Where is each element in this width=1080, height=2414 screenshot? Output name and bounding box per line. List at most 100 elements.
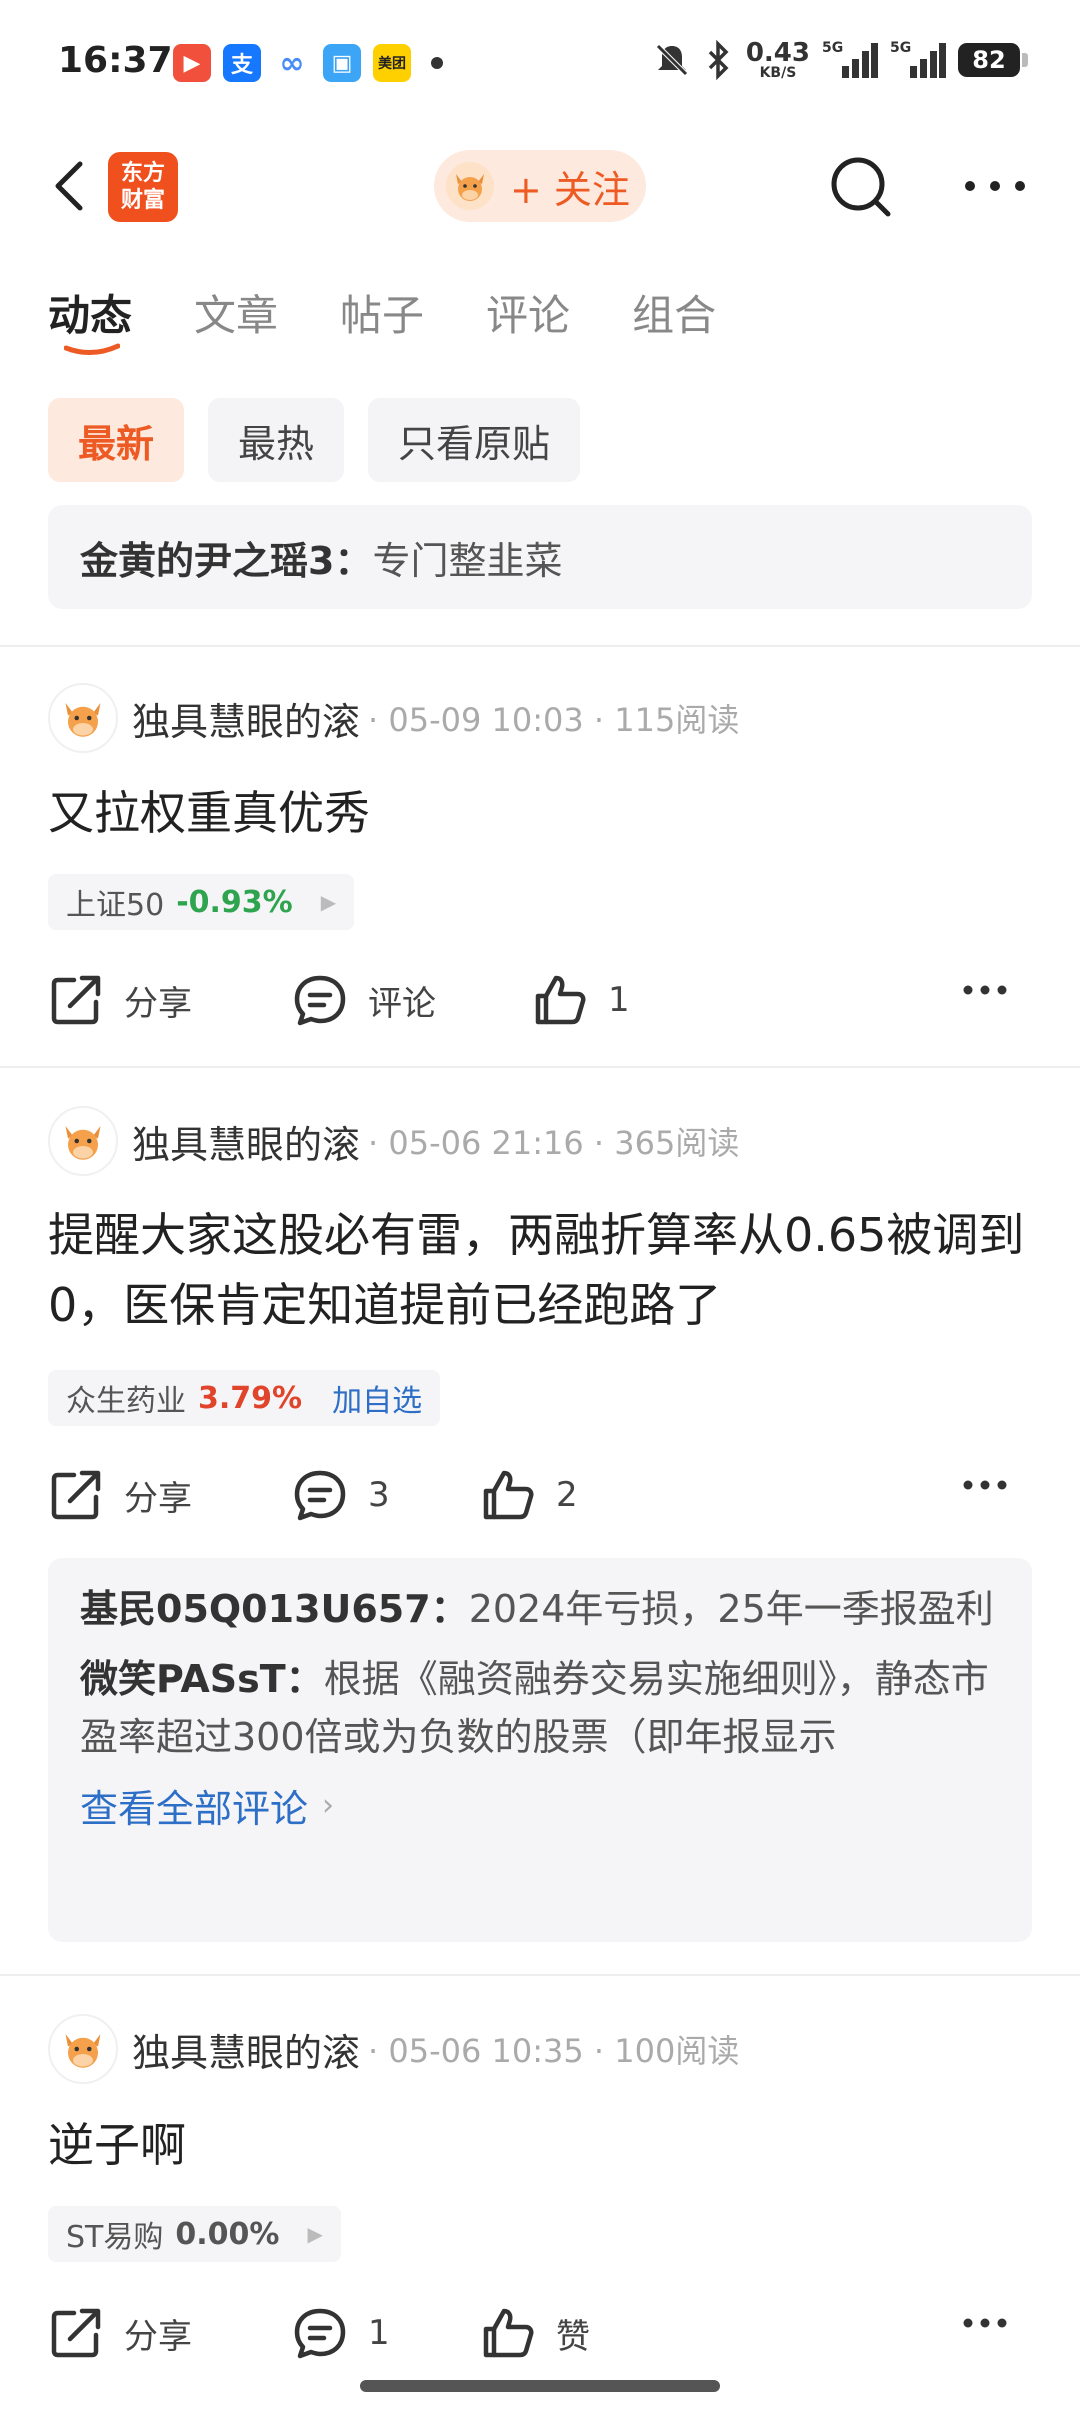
post-content[interactable]: 提醒大家这股必有雷，两融折算率从0.65被调到0，医保肯定知道提前已经跑路了 [48, 1200, 1032, 1340]
like-button[interactable]: 赞 [480, 2298, 590, 2368]
post-author[interactable]: 独具慧眼的滚 [132, 1114, 360, 1169]
comment-icon [294, 1470, 346, 1521]
post-more-icon[interactable] [962, 983, 1008, 997]
comment-button[interactable]: 1 [292, 2298, 390, 2368]
signal-icon-sim2: 5G [890, 40, 946, 80]
bluetooth-icon [708, 40, 729, 80]
tab-comments[interactable]: 评论 [486, 282, 570, 343]
top-nav: 东方 财富 + 关注 [0, 140, 1080, 232]
post-time-reads: · 05-06 10:35 · 100阅读 [368, 2032, 740, 2070]
comment-author: 微笑PASsT： [80, 1657, 324, 1701]
comment-author: 基民05Q013U657： [80, 1587, 469, 1631]
bull-avatar-icon [65, 2034, 101, 2068]
like-button[interactable]: 2 [480, 1460, 578, 1530]
add-to-watchlist-link[interactable]: 加自选 [332, 1376, 422, 1420]
stock-tag[interactable]: 上证50 -0.93% ▶ [48, 874, 355, 930]
post-header: 独具慧眼的滚 · 05-09 10:03 · 115阅读 [48, 683, 739, 753]
follow-button[interactable]: + 关注 [434, 150, 646, 222]
avatar[interactable] [48, 1106, 118, 1176]
avatar[interactable] [48, 2014, 118, 2084]
divider [0, 1066, 1080, 1068]
meituan-icon: 美团 [373, 44, 411, 82]
comment-text: 2024年亏损，25年一季报盈利 [468, 1587, 994, 1631]
share-icon [51, 2308, 101, 2358]
share-button[interactable]: 分享 [48, 1460, 192, 1530]
stock-name: 上证50 [66, 888, 165, 923]
tab-articles[interactable]: 文章 [194, 282, 278, 343]
tab-portfolios[interactable]: 组合 [632, 282, 716, 343]
bull-avatar-icon [65, 1126, 101, 1160]
share-icon [51, 1470, 101, 1520]
filter-chips: 最新 最热 只看原贴 [48, 398, 581, 482]
tab-posts[interactable]: 帖子 [340, 282, 424, 343]
home-indicator[interactable] [360, 2380, 720, 2392]
post-header: 独具慧眼的滚 · 05-06 10:35 · 100阅读 [48, 2014, 739, 2084]
comment-item[interactable]: 微笑PASsT：根据《融资融券交易实施细则》，静态市盈率超过300倍或为负数的股… [80, 1650, 1000, 1766]
pinned-comment[interactable]: 金黄的尹之瑶3： 专门整韭菜 [48, 505, 1032, 609]
post-time-reads: · 05-06 21:16 · 365阅读 [368, 1124, 740, 1162]
status-bar: 16:37 ▶ 支 ∞ ▣ 美团 0.43 KB/S 5G 5G 82 [0, 0, 1080, 120]
comments-preview: 基民05Q013U657：2024年亏损，25年一季报盈利 微笑PASsT：根据… [48, 1558, 1032, 1942]
stock-name: 众生药业 [66, 1384, 186, 1419]
wallet-app-icon: ▣ [323, 44, 361, 82]
comment-item[interactable]: 基民05Q013U657：2024年亏损，25年一季报盈利 [80, 1580, 1000, 1638]
stock-tag[interactable]: 众生药业 3.79% 加自选 [48, 1370, 441, 1426]
more-notifications-dot [431, 57, 443, 69]
post-more-icon[interactable] [962, 2316, 1008, 2330]
share-button[interactable]: 分享 [48, 965, 192, 1035]
filter-latest[interactable]: 最新 [48, 398, 185, 482]
stock-change: -0.93% [176, 884, 293, 920]
pinned-author: 金黄的尹之瑶3： [80, 538, 373, 583]
alipay-icon: 支 [223, 44, 261, 82]
post-actions: 分享 1 赞 [48, 2298, 1032, 2368]
network-speed: 0.43 KB/S [745, 38, 810, 81]
post-time-reads: · 05-09 10:03 · 115阅读 [368, 701, 740, 739]
post-content[interactable]: 又拉权重真优秀 [48, 778, 1032, 848]
cloud-app-icon: ∞ [273, 44, 311, 82]
system-status: 0.43 KB/S 5G 5G 82 [652, 38, 1028, 81]
mute-icon [656, 44, 688, 76]
post-actions: 分享 评论 1 [48, 965, 1032, 1035]
post-more-icon[interactable] [962, 1478, 1008, 1492]
back-icon[interactable] [44, 158, 100, 214]
divider [0, 1974, 1080, 1976]
filter-hot[interactable]: 最热 [208, 398, 345, 482]
view-all-comments-link[interactable]: 查看全部评论 › [80, 1778, 1000, 1833]
post-author[interactable]: 独具慧眼的滚 [132, 691, 360, 746]
notification-icons: ▶ 支 ∞ ▣ 美团 [173, 44, 443, 82]
tab-dynamics[interactable]: 动态 [48, 282, 132, 355]
active-tab-indicator [64, 343, 120, 355]
follow-label: + 关注 [510, 167, 630, 212]
bull-avatar-icon [446, 162, 494, 210]
post-header: 独具慧眼的滚 · 05-06 21:16 · 365阅读 [48, 1106, 739, 1176]
like-button[interactable]: 1 [532, 965, 630, 1035]
filter-original-only[interactable]: 只看原贴 [368, 398, 581, 482]
share-button[interactable]: 分享 [48, 2298, 192, 2368]
tab-bar: 动态 文章 帖子 评论 组合 [48, 282, 716, 355]
play-arrow-icon: ▶ [320, 890, 337, 914]
app-logo: 东方 财富 [108, 152, 178, 222]
post-author[interactable]: 独具慧眼的滚 [132, 2022, 360, 2077]
battery-icon: 82 [958, 43, 1028, 77]
comment-icon [294, 975, 346, 1026]
share-icon [51, 975, 101, 1025]
bull-avatar-icon [65, 703, 101, 737]
comment-icon [294, 2308, 346, 2359]
avatar[interactable] [48, 683, 118, 753]
divider [0, 645, 1080, 647]
thumbs-up-icon [483, 1470, 534, 1520]
search-icon[interactable] [826, 152, 896, 222]
thumbs-up-icon [535, 975, 586, 1025]
post-content[interactable]: 逆子啊 [48, 2110, 1032, 2180]
post-actions: 分享 3 2 [48, 1460, 1032, 1530]
stock-change: 3.79% [198, 1380, 303, 1416]
video-app-icon: ▶ [173, 44, 211, 82]
signal-icon-sim1: 5G [822, 40, 878, 80]
comment-button[interactable]: 评论 [292, 965, 436, 1035]
stock-change: 0.00% [175, 2216, 280, 2252]
comment-button[interactable]: 3 [292, 1460, 390, 1530]
thumbs-up-icon [483, 2308, 534, 2358]
stock-tag[interactable]: ST易购 0.00% ▶ [48, 2206, 341, 2262]
more-options-icon[interactable] [960, 166, 1030, 206]
chevron-right-icon: › [322, 1788, 335, 1823]
